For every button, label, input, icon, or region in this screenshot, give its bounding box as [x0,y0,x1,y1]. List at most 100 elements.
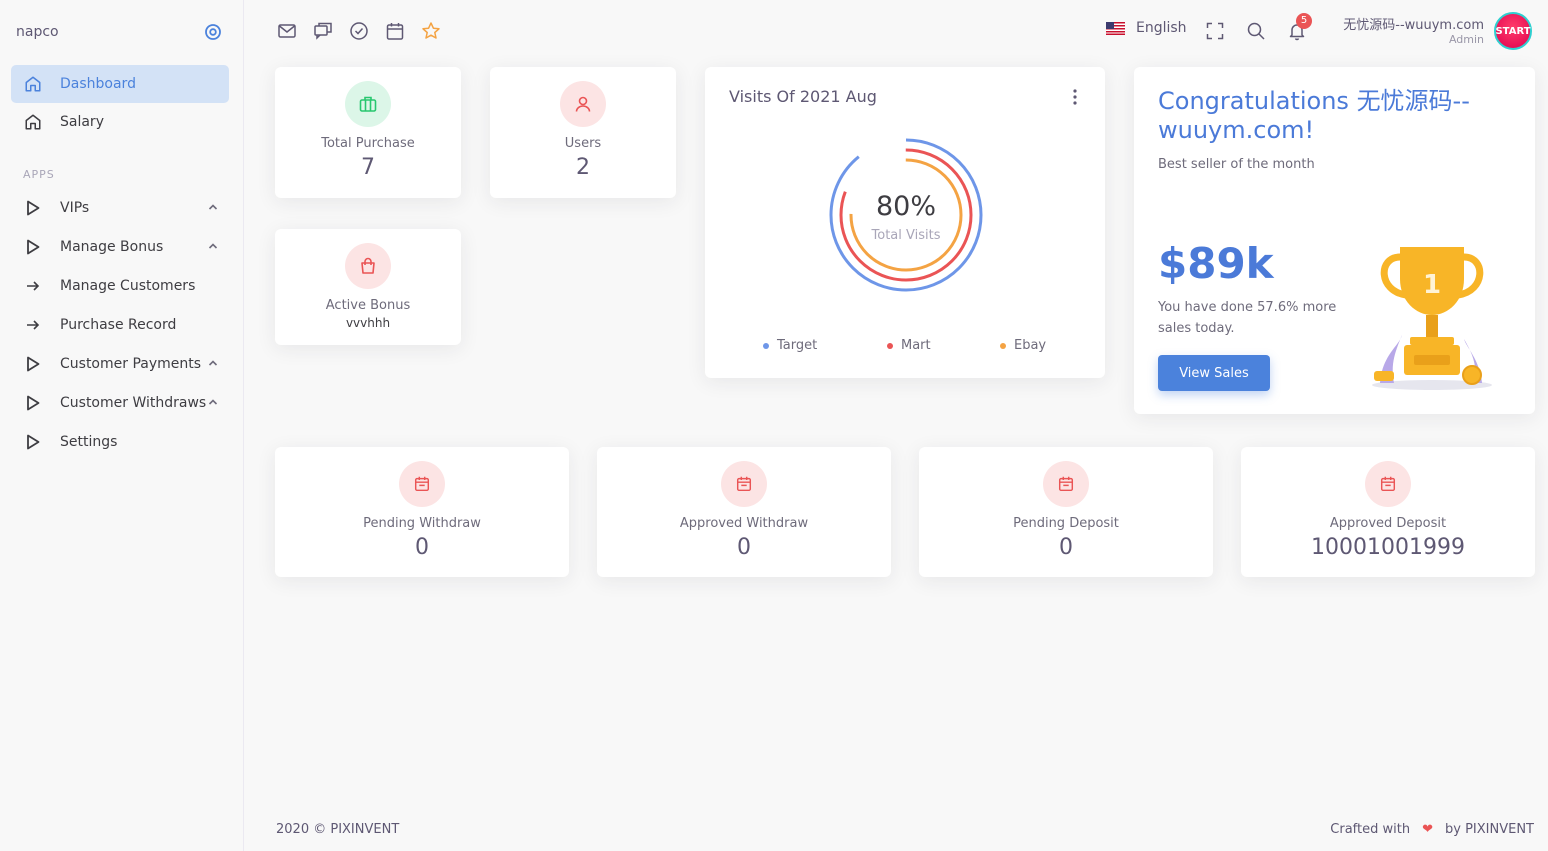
stat-value: vvvhhh [345,316,391,330]
nav-section-apps: APPS [23,168,55,181]
stat-card-active-bonus: Active Bonus vvvhhh [275,229,461,345]
sidebar-item-settings[interactable]: Settings [11,423,229,461]
view-sales-button[interactable]: View Sales [1158,355,1270,391]
search-icon[interactable] [1246,21,1266,41]
calendar-icon [1365,461,1411,507]
sidebar-item-vips[interactable]: VIPs [11,189,229,227]
stat-card-pending-withdraw: Pending Withdraw 0 [275,447,569,577]
visits-center-label: Total Visits [871,228,941,243]
sidebar-item-customer-payments[interactable]: Customer Payments [11,345,229,383]
stat-label: Pending Withdraw [363,516,481,531]
footer-by: by PIXINVENT [1445,822,1534,837]
footer-crafted: Crafted with [1330,822,1411,837]
calendar-icon [399,461,445,507]
stat-value: 0 [737,535,751,560]
sidebar-item-manage-bonus[interactable]: Manage Bonus [11,228,229,266]
play-icon [23,432,43,452]
stat-label: Total Purchase [321,136,415,151]
trophy-number: 1 [1423,270,1441,300]
sidebar-item-label: Dashboard [60,76,136,92]
sidebar: napco Dashboard Salary APPS VIPs Manage … [0,0,244,851]
legend-ebay: Ebay [1000,338,1046,353]
sidebar-item-label: Purchase Record [60,317,177,333]
stat-card-approved-withdraw: Approved Withdraw 0 [597,447,891,577]
stat-card-users: Users 2 [490,67,676,198]
stat-label: Approved Deposit [1329,516,1447,531]
sidebar-item-label: Salary [60,114,104,130]
play-icon [23,198,43,218]
calendar-icon[interactable] [385,21,405,41]
congratulations-card: Congratulations 无忧源码--wuuym.com! Best se… [1134,67,1535,414]
play-icon [23,354,43,374]
calendar-icon [721,461,767,507]
visits-percent: 80% [875,191,936,222]
stat-label: Active Bonus [325,298,411,313]
chevron-up-icon [208,204,218,210]
sidebar-item-label: Customer Withdraws [60,395,207,411]
stat-value: 0 [1059,535,1073,560]
stat-label: Users [564,136,602,151]
stat-value: 2 [576,155,590,180]
sidebar-item-manage-customers[interactable]: Manage Customers [11,267,229,305]
fullscreen-icon[interactable] [1205,21,1225,41]
trophy-icon: 1 [1372,247,1492,390]
language-label: English [1136,20,1187,36]
legend-label: Target [777,338,818,353]
sales-amount: $89k [1158,239,1274,288]
play-icon [23,237,43,257]
chevron-up-icon [208,243,218,249]
stat-value: 7 [361,155,375,180]
check-circle-icon[interactable] [349,21,369,41]
footer-credit: Crafted with ❤ by PIXINVENT [1330,822,1534,837]
visits-card: Visits Of 2021 Aug 80% Total Visits Targ… [705,67,1105,378]
legend-label: Ebay [1014,338,1047,353]
footer-copyright: 2020 © PIXINVENT [276,822,400,837]
sidebar-toggle-icon[interactable] [204,23,222,41]
sidebar-item-salary[interactable]: Salary [11,103,229,141]
legend-dot [887,342,893,349]
sidebar-item-label: VIPs [60,200,90,216]
brand-name[interactable]: napco [16,24,59,40]
briefcase-icon [345,81,391,127]
sidebar-item-label: Manage Bonus [60,239,164,255]
sidebar-item-label: Manage Customers [60,278,196,294]
sidebar-item-customer-withdraws[interactable]: Customer Withdraws [11,384,229,422]
user-icon [560,81,606,127]
legend-mart: Mart [887,338,931,353]
visits-title: Visits Of 2021 Aug [729,87,877,106]
stat-card-approved-deposit: Approved Deposit 10001001999 [1241,447,1535,577]
sidebar-item-purchase-record[interactable]: Purchase Record [11,306,229,344]
stat-card-pending-deposit: Pending Deposit 0 [919,447,1213,577]
user-name[interactable]: 无忧源码--wuuym.com [1343,14,1484,33]
stat-value: 10001001999 [1311,535,1465,560]
avatar[interactable]: START [1494,12,1532,50]
play-icon [23,393,43,413]
legend-dot [763,342,769,349]
user-role: Admin [1448,33,1484,46]
congratulations-title: Congratulations 无忧源码--wuuym.com! [1158,87,1470,144]
mail-icon[interactable] [277,21,297,41]
heart-icon: ❤ [1422,822,1433,837]
language-selector[interactable]: English [1106,20,1187,36]
star-icon[interactable] [421,21,441,41]
shopping-bag-icon [345,243,391,289]
us-flag-icon [1106,21,1125,35]
legend-label: Mart [901,338,931,353]
stat-label: Pending Deposit [1013,516,1119,531]
sidebar-item-dashboard[interactable]: Dashboard [11,65,229,103]
more-vertical-icon[interactable] [1073,89,1077,105]
sales-description: You have done 57.6% more sales today. [1158,300,1337,336]
sidebar-item-label: Settings [60,434,118,450]
arrow-right-icon [23,315,43,335]
arrow-right-icon [23,276,43,296]
home-icon [23,112,43,132]
legend-dot [1000,342,1006,349]
home-icon [23,74,43,94]
chevron-up-icon [208,360,218,366]
notification-badge: 5 [1296,13,1312,29]
stat-value: 0 [415,535,429,560]
congratulations-subtitle: Best seller of the month [1158,157,1315,172]
sidebar-item-label: Customer Payments [60,356,202,372]
chat-icon[interactable] [313,21,333,41]
stat-card-total-purchase: Total Purchase 7 [275,67,461,198]
